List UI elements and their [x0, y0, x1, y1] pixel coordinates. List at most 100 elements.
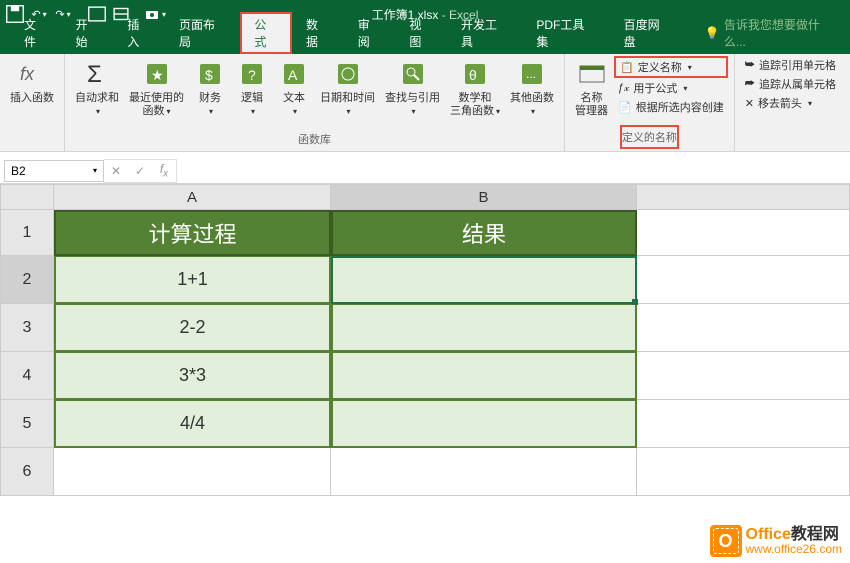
- other-label: 其他函数: [510, 92, 554, 104]
- row-header-5[interactable]: 5: [0, 400, 54, 448]
- watermark: O Office教程网 www.office26.com: [710, 525, 843, 557]
- fx-icon: fx: [16, 58, 48, 90]
- cell-c3[interactable]: [637, 304, 850, 352]
- trace-dependents-button[interactable]: ⮫ 追踪从属单元格: [741, 75, 840, 93]
- cell-a3[interactable]: 2-2: [54, 304, 331, 352]
- cell-b1[interactable]: 结果: [331, 210, 637, 256]
- autosum-button[interactable]: Σ 自动求和▾: [71, 56, 123, 120]
- watermark-url: www.office26.com: [746, 543, 843, 556]
- row-header-2[interactable]: 2: [0, 256, 54, 304]
- formula-input[interactable]: [177, 160, 850, 182]
- define-name-button[interactable]: 📋 定义名称 ▾: [614, 56, 728, 78]
- tell-me-label: 告诉我您想要做什么...: [724, 16, 840, 50]
- select-all-corner[interactable]: [0, 184, 54, 210]
- remove-arrows-button[interactable]: ✕ 移去箭头 ▾: [741, 94, 840, 112]
- datetime-icon: [332, 58, 364, 90]
- tab-page-layout[interactable]: 页面布局: [165, 12, 240, 54]
- text-button[interactable]: A 文本▾: [274, 56, 314, 120]
- row-header-3[interactable]: 3: [0, 304, 54, 352]
- define-name-label: 定义名称: [638, 59, 682, 75]
- remove-arrows-label: 移去箭头: [758, 95, 802, 111]
- autosum-label: 自动求和: [75, 92, 119, 104]
- svg-text:θ: θ: [469, 67, 477, 83]
- confirm-formula-icon[interactable]: ✓: [128, 160, 152, 182]
- financial-button[interactable]: $ 财务▾: [190, 56, 230, 120]
- cell-b3[interactable]: [331, 304, 637, 352]
- name-box-value: B2: [11, 164, 26, 178]
- tab-pdf-tools[interactable]: PDF工具集: [522, 12, 609, 54]
- trace-dep-label: 追踪从属单元格: [759, 76, 836, 92]
- use-in-formula-button[interactable]: ƒ𝓍 用于公式 ▾: [614, 79, 728, 97]
- name-manager-button[interactable]: 名称 管理器: [571, 56, 612, 120]
- insert-fn-label: 插入函数: [10, 92, 54, 105]
- datetime-button[interactable]: 日期和时间▾: [316, 56, 379, 120]
- logical-button[interactable]: ? 逻辑▾: [232, 56, 272, 120]
- recent-icon: ★: [141, 58, 173, 90]
- insert-function-button[interactable]: fx 插入函数: [6, 56, 58, 107]
- lookup-label: 查找与引用: [385, 92, 440, 104]
- cell-b2[interactable]: [331, 256, 637, 304]
- cell-c6[interactable]: [637, 448, 850, 496]
- lightbulb-icon: 💡: [705, 26, 720, 40]
- define-name-icon: 📋: [620, 61, 634, 74]
- cell-a4[interactable]: 3*3: [54, 352, 331, 400]
- formula-bar: B2 ▾ ✕ ✓ fx: [0, 158, 850, 184]
- cell-a1[interactable]: 计算过程: [54, 210, 331, 256]
- cell-b4[interactable]: [331, 352, 637, 400]
- trace-prec-label: 追踪引用单元格: [759, 57, 836, 73]
- cell-c5[interactable]: [637, 400, 850, 448]
- use-formula-label: 用于公式: [633, 80, 677, 96]
- name-mgr-label: 名称 管理器: [575, 92, 608, 118]
- ribbon-group-function-library: Σ 自动求和▾ ★ 最近使用的 函数▾ $ 财务▾ ? 逻辑▾ A 文本▾ 日期…: [65, 54, 565, 151]
- math-button[interactable]: θ 数学和 三角函数▾: [446, 56, 504, 120]
- cell-b6[interactable]: [331, 448, 637, 496]
- create-from-selection-button[interactable]: 📄 根据所选内容创建: [614, 98, 728, 116]
- column-header-c[interactable]: [637, 184, 850, 210]
- app-name: Excel: [449, 8, 478, 22]
- svg-text:★: ★: [151, 67, 164, 83]
- watermark-brand: Office教程网: [746, 526, 843, 544]
- financial-icon: $: [194, 58, 226, 90]
- trace-dep-icon: ⮫: [745, 78, 755, 91]
- row-header-4[interactable]: 4: [0, 352, 54, 400]
- trace-prec-icon: ⮩: [745, 59, 755, 72]
- tell-me-search[interactable]: 💡 告诉我您想要做什么...: [705, 16, 840, 54]
- use-formula-icon: ƒ𝓍: [618, 82, 629, 95]
- datetime-label: 日期和时间: [320, 92, 375, 104]
- column-header-a[interactable]: A: [54, 184, 331, 210]
- cancel-formula-icon[interactable]: ✕: [104, 160, 128, 182]
- tab-home[interactable]: 开始: [62, 12, 114, 54]
- tab-formulas[interactable]: 公式: [240, 12, 292, 54]
- create-from-label: 根据所选内容创建: [636, 99, 724, 115]
- recent-functions-button[interactable]: ★ 最近使用的 函数▾: [125, 56, 188, 120]
- lookup-button[interactable]: 查找与引用▾: [381, 56, 444, 120]
- cell-b5[interactable]: [331, 400, 637, 448]
- text-label: 文本: [283, 92, 305, 104]
- name-box[interactable]: B2 ▾: [4, 160, 104, 182]
- group-label-names: 定义的名称: [620, 125, 679, 149]
- cell-a6[interactable]: [54, 448, 331, 496]
- chevron-down-icon[interactable]: ▾: [93, 166, 97, 175]
- row-header-6[interactable]: 6: [0, 448, 54, 496]
- tab-insert[interactable]: 插入: [113, 12, 165, 54]
- text-icon: A: [278, 58, 310, 90]
- ribbon-group-defined-names: 名称 管理器 📋 定义名称 ▾ ƒ𝓍 用于公式 ▾ 📄 根据所选内容创建: [565, 54, 735, 151]
- menu-bar: 文件 开始 插入 页面布局 公式 数据 审阅 视图 开发工具 PDF工具集 百度…: [0, 28, 850, 54]
- cell-c4[interactable]: [637, 352, 850, 400]
- cell-c1[interactable]: [637, 210, 850, 256]
- logical-icon: ?: [236, 58, 268, 90]
- tab-data[interactable]: 数据: [292, 12, 344, 54]
- svg-text:A: A: [288, 67, 298, 83]
- tab-file[interactable]: 文件: [10, 12, 62, 54]
- cell-a5[interactable]: 4/4: [54, 400, 331, 448]
- trace-precedents-button[interactable]: ⮩ 追踪引用单元格: [741, 56, 840, 74]
- column-header-b[interactable]: B: [331, 184, 637, 210]
- tab-baidu[interactable]: 百度网盘: [610, 12, 685, 54]
- other-functions-button[interactable]: ... 其他函数▾: [506, 56, 558, 120]
- fx-button-icon[interactable]: fx: [152, 160, 176, 182]
- cell-c2[interactable]: [637, 256, 850, 304]
- cell-a2[interactable]: 1+1: [54, 256, 331, 304]
- row-header-1[interactable]: 1: [0, 210, 54, 256]
- math-label: 数学和 三角函数: [450, 92, 494, 117]
- sigma-icon: Σ: [81, 58, 113, 90]
